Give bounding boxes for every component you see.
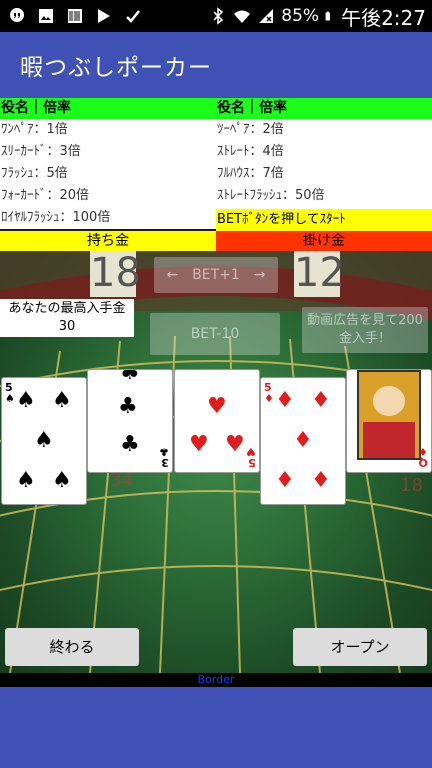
card-1[interactable]: 5 ♠ ♠ ♠ ♠ ♠ ♠ (1, 377, 87, 505)
check-icon (126, 10, 140, 23)
clock: 午後2:27 (341, 5, 426, 30)
card-4-pip: ♦ (311, 388, 331, 413)
card-3-suit: ♥ (246, 445, 256, 458)
card-1-corner: 5 ♠ (5, 382, 15, 404)
card-2-suit: ♣ (159, 445, 169, 458)
ad-border: Border (0, 673, 432, 687)
quit-button[interactable]: 終わる (5, 628, 139, 666)
video-ad-button[interactable]: 動画広告を見て200金入手！ (302, 307, 428, 353)
high-score-box: あなたの最高入手金 30 (0, 299, 134, 337)
card-4-corner: 5 ♦ (264, 382, 274, 404)
app-title: 暇つぶしポーカー (20, 55, 212, 81)
play-store-icon (98, 9, 110, 23)
card-3-pip: ♥ (225, 432, 245, 457)
card-4[interactable]: 5 ♦ ♦ ♦ ♦ ♦ ♦ (260, 377, 346, 505)
card-1-pip: ♠ (52, 468, 72, 493)
money-label: 持ち金 (0, 231, 216, 251)
card-1-pip: ♠ (16, 388, 36, 413)
barcode-icon (68, 9, 82, 23)
card-4-pip: ♦ (275, 468, 295, 493)
open-button[interactable]: オープン (293, 628, 427, 666)
card-1-suit: ♠ (5, 392, 15, 405)
signal-icon (259, 9, 274, 23)
poker-table: 34 31 18 18 12 ← BET+1 → BET-10 動画広告を見て2… (0, 251, 432, 673)
card-5-rank: Q (418, 456, 428, 469)
status-bar: 85% 午後2:27 (0, 0, 432, 32)
card-2-rank: 3 (161, 456, 169, 469)
bet-plus-button[interactable]: ← BET+1 → (154, 257, 278, 293)
rule-item: ﾌﾙﾊｳｽ：7倍 (217, 166, 284, 181)
rules-header: 役名｜倍率 役名｜倍率 (0, 98, 432, 119)
card-3-pip: ♥ (207, 394, 227, 419)
card-5[interactable]: Q ♦ (346, 369, 432, 473)
rules-header-left: 役名｜倍率 (1, 100, 71, 116)
rule-item: ｽﾘｰｶｰﾄﾞ：3倍 (1, 144, 81, 159)
queen-figure (357, 370, 421, 460)
card-2[interactable]: ♣ ♣ ♣ 3 ♣ (87, 369, 173, 473)
card-2-corner: 3 ♣ (159, 445, 169, 469)
card-5-suit: ♦ (418, 445, 428, 458)
rule-item: ﾜﾝﾍﾟｱ：1倍 (1, 122, 68, 137)
card-2-pip: ♣ (118, 394, 138, 419)
start-hint: BETﾎﾞﾀﾝを押してｽﾀｰﾄ (216, 209, 432, 231)
battery-icon (325, 11, 331, 21)
card-3-rank: 5 (248, 456, 256, 469)
money-value: 18 (90, 251, 141, 297)
bottom-band (0, 687, 432, 768)
rule-item: ｽﾄﾚｰﾄﾌﾗｯｼｭ：50倍 (217, 188, 325, 203)
battery-percent: 85% (281, 6, 320, 26)
bet-minus-button[interactable]: BET-10 (150, 313, 280, 355)
high-score-label: あなたの最高入手金 (8, 301, 126, 316)
card-4-pip: ♦ (293, 428, 313, 453)
bet-value: 12 (294, 251, 345, 297)
card-2-pip: ♣ (120, 369, 140, 385)
card-3[interactable]: ♥ ♥ ♥ 5 ♥ (174, 369, 260, 473)
card-2-pip: ♣ (120, 432, 140, 457)
card-4-suit: ♦ (264, 392, 274, 405)
high-score-value: 30 (58, 319, 76, 334)
bet-label: 掛け金 (216, 231, 432, 251)
rule-item: ﾌｫｰｶｰﾄﾞ：20倍 (1, 188, 90, 203)
rule-item: ﾛｲﾔﾙﾌﾗｯｼｭ：100倍 (1, 210, 111, 225)
image-icon (39, 9, 53, 23)
card-3-pip: ♥ (189, 432, 209, 457)
card-1-pip: ♠ (34, 428, 54, 453)
wifi-icon (234, 10, 251, 23)
hangouts-icon (10, 8, 24, 22)
card-4-pip: ♦ (311, 468, 331, 493)
svg-text:34: 34 (110, 470, 133, 491)
rule-item: ｽﾄﾚｰﾄ：4倍 (217, 144, 284, 159)
card-3-corner: 5 ♥ (246, 445, 256, 469)
card-1-pip: ♠ (16, 468, 36, 493)
bluetooth-icon (213, 7, 224, 25)
card-1-pip: ♠ (52, 388, 72, 413)
rule-item: ﾂｰﾍﾟｱ：2倍 (217, 122, 284, 137)
queen-robe (363, 422, 415, 458)
app-bar: 暇つぶしポーカー (0, 32, 432, 98)
card-5-corner: Q ♦ (418, 445, 428, 469)
queen-face (373, 386, 405, 416)
rules-header-right: 役名｜倍率 (217, 100, 287, 116)
card-4-pip: ♦ (275, 388, 295, 413)
svg-text:18: 18 (400, 475, 423, 496)
rule-item: ﾌﾗｯｼｭ：5倍 (1, 166, 68, 181)
